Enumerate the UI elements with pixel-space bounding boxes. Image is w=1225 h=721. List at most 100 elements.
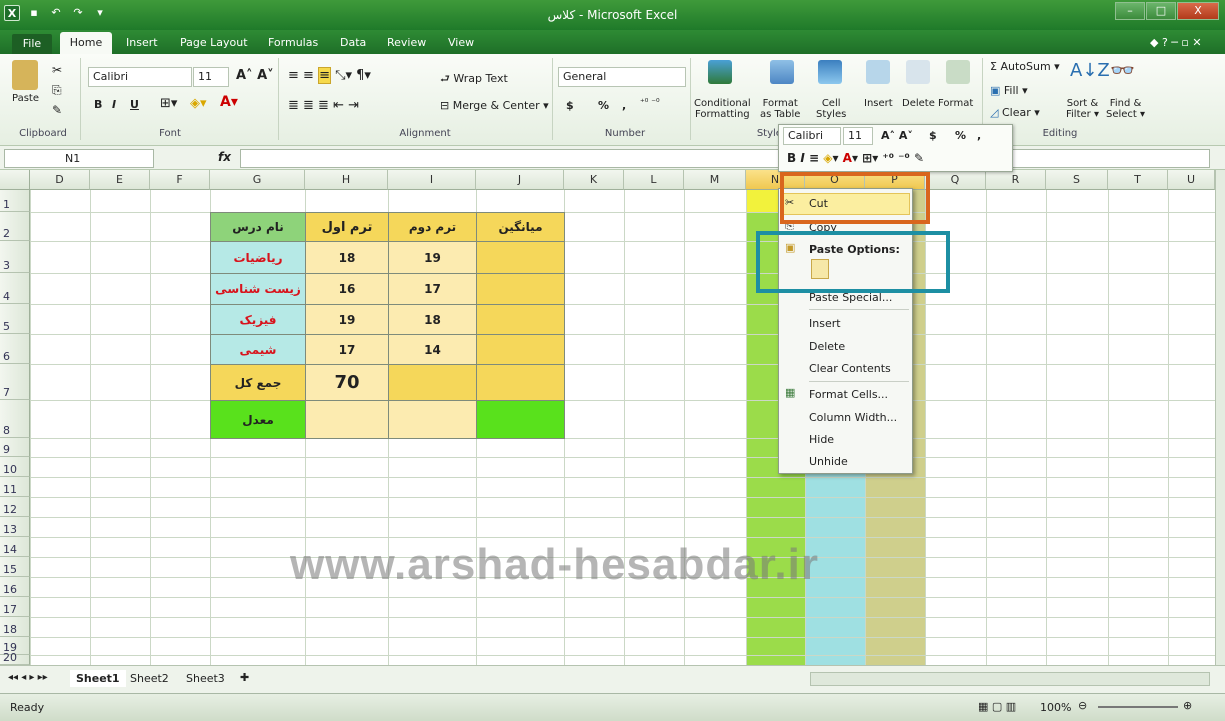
column-header-t[interactable]: T — [1108, 170, 1168, 190]
insert-cells-button[interactable]: Insert — [864, 98, 893, 109]
row-header-15[interactable]: 15 — [0, 557, 30, 577]
tab-formulas[interactable]: Formulas — [268, 36, 318, 49]
delete-cells-icon[interactable] — [906, 60, 930, 87]
paste-button[interactable]: Paste — [12, 60, 39, 104]
fill-button[interactable]: ▣ Fill ▾ — [990, 84, 1028, 97]
subject-cell[interactable]: ریاضیات — [210, 241, 306, 274]
term2-cell[interactable]: 18 — [388, 304, 477, 335]
delete-cells-button[interactable]: Delete — [902, 98, 935, 109]
row-header-10[interactable]: 10 — [0, 457, 30, 477]
format-cells-button[interactable]: Format — [938, 98, 973, 109]
total-term2-cell[interactable] — [388, 364, 477, 401]
hide-menu-item[interactable]: Hide — [809, 433, 834, 446]
tab-sheet3[interactable]: Sheet3 — [186, 672, 225, 685]
find-binoculars-icon[interactable]: 👓 — [1110, 58, 1135, 82]
font-size-select[interactable]: 11 — [193, 67, 229, 87]
column-header-m[interactable]: M — [684, 170, 746, 190]
conditional-formatting-icon[interactable] — [708, 60, 732, 87]
horizontal-scrollbar[interactable] — [810, 672, 1210, 686]
conditional-formatting-button[interactable]: Conditional Formatting — [694, 98, 751, 120]
mini-percent-button[interactable]: % — [955, 129, 966, 142]
total-term1-cell[interactable]: 70 — [305, 364, 389, 401]
row-header-5[interactable]: 5 — [0, 304, 30, 334]
zoom-level[interactable]: 100% — [1040, 701, 1071, 714]
column-header-e[interactable]: E — [90, 170, 150, 190]
fill-color-icon[interactable]: ◈▾ — [190, 96, 207, 111]
tab-review[interactable]: Review — [387, 36, 426, 49]
help-icon[interactable]: ◆ ? ─ ▫ ✕ — [1150, 36, 1202, 49]
subject-cell[interactable]: زیست شناسی — [210, 273, 306, 305]
term2-cell[interactable]: 19 — [388, 241, 477, 274]
mini-currency-button[interactable]: $ — [929, 129, 937, 142]
worksheet-grid[interactable] — [0, 170, 1215, 665]
header-subject[interactable]: نام درس — [210, 212, 306, 242]
row-header-9[interactable]: 9 — [0, 438, 30, 457]
row-header-18[interactable]: 18 — [0, 617, 30, 637]
column-header-q[interactable]: Q — [925, 170, 986, 190]
average-cell[interactable] — [476, 241, 565, 274]
format-cells-menu-item[interactable]: Format Cells... — [809, 388, 888, 401]
tab-insert[interactable]: Insert — [126, 36, 158, 49]
header-term1[interactable]: ترم اول — [305, 212, 389, 242]
percent-button[interactable]: % — [598, 99, 609, 112]
term2-cell[interactable]: 14 — [388, 334, 477, 365]
header-average[interactable]: میانگین — [476, 212, 565, 242]
sort-filter-icon[interactable]: A↓Z — [1070, 60, 1110, 81]
row-header-20[interactable]: 20 — [0, 651, 30, 665]
column-header-r[interactable]: R — [986, 170, 1046, 190]
subject-cell[interactable]: شیمی — [210, 334, 306, 365]
decimal-icons[interactable]: ⁺⁰ ⁻⁰ — [640, 98, 660, 108]
column-header-u[interactable]: U — [1168, 170, 1215, 190]
row-header-1[interactable]: 1 — [0, 190, 30, 212]
sort-filter-button[interactable]: Sort & Filter ▾ — [1066, 98, 1099, 120]
close-button[interactable]: X — [1177, 2, 1219, 20]
number-format-select[interactable]: General — [558, 67, 686, 87]
insert-cells-icon[interactable] — [866, 60, 890, 87]
row-header-13[interactable]: 13 — [0, 517, 30, 537]
delete-menu-item[interactable]: Delete — [809, 340, 845, 353]
border-icon[interactable]: ⊞▾ — [160, 96, 177, 111]
average-total-cell[interactable] — [476, 400, 565, 439]
cell-styles-icon[interactable] — [818, 60, 842, 87]
select-all-corner[interactable] — [0, 170, 30, 190]
term1-cell[interactable]: 16 — [305, 273, 389, 305]
mini-grow-font-icon[interactable]: A˄ A˅ — [881, 129, 913, 142]
currency-button[interactable]: $ — [566, 99, 574, 112]
row-header-16[interactable]: 16 — [0, 577, 30, 597]
column-header-h[interactable]: H — [305, 170, 388, 190]
format-cells-icon[interactable] — [946, 60, 970, 87]
row-header-17[interactable]: 17 — [0, 597, 30, 617]
formula-input[interactable] — [240, 149, 1210, 168]
row-header-4[interactable]: 4 — [0, 273, 30, 304]
mini-format-icons[interactable]: B I ≡ ◈▾ A▾ ⊞▾ ⁺⁰ ⁻⁰ ✎ — [787, 151, 924, 165]
bold-button[interactable]: B — [94, 98, 102, 111]
zoom-slider[interactable] — [1098, 706, 1178, 708]
column-header-g[interactable]: G — [210, 170, 305, 190]
font-name-select[interactable]: Calibri — [88, 67, 192, 87]
average-term2-cell[interactable] — [388, 400, 477, 439]
clear-contents-menu-item[interactable]: Clear Contents — [809, 362, 891, 375]
column-width-menu-item[interactable]: Column Width... — [809, 411, 897, 424]
mini-font-select[interactable]: Calibri — [783, 127, 841, 145]
mini-comma-button[interactable]: , — [977, 129, 981, 142]
column-header-d[interactable]: D — [30, 170, 90, 190]
tab-data[interactable]: Data — [340, 36, 366, 49]
vertical-scrollbar[interactable] — [1215, 170, 1225, 665]
clear-button[interactable]: ◿ Clear ▾ — [990, 106, 1040, 119]
column-header-s[interactable]: S — [1046, 170, 1108, 190]
underline-button[interactable]: U — [130, 98, 139, 111]
average-label-cell[interactable]: معدل — [210, 400, 306, 439]
merge-center-button[interactable]: ⊟ Merge & Center ▾ — [440, 99, 549, 112]
format-as-table-icon[interactable] — [770, 60, 794, 87]
tab-sheet2[interactable]: Sheet2 — [130, 672, 169, 685]
average-term1-cell[interactable] — [305, 400, 389, 439]
format-as-table-button[interactable]: Format as Table — [760, 98, 800, 120]
mini-size-select[interactable]: 11 — [843, 127, 873, 145]
insert-menu-item[interactable]: Insert — [809, 317, 841, 330]
row-header-8[interactable]: 8 — [0, 400, 30, 438]
view-mode-icons[interactable]: ▦ ▢ ▥ — [978, 700, 1016, 713]
term1-cell[interactable]: 18 — [305, 241, 389, 274]
find-select-button[interactable]: Find & Select ▾ — [1106, 98, 1145, 120]
subject-cell[interactable]: فیزیک — [210, 304, 306, 335]
column-header-j[interactable]: J — [476, 170, 564, 190]
